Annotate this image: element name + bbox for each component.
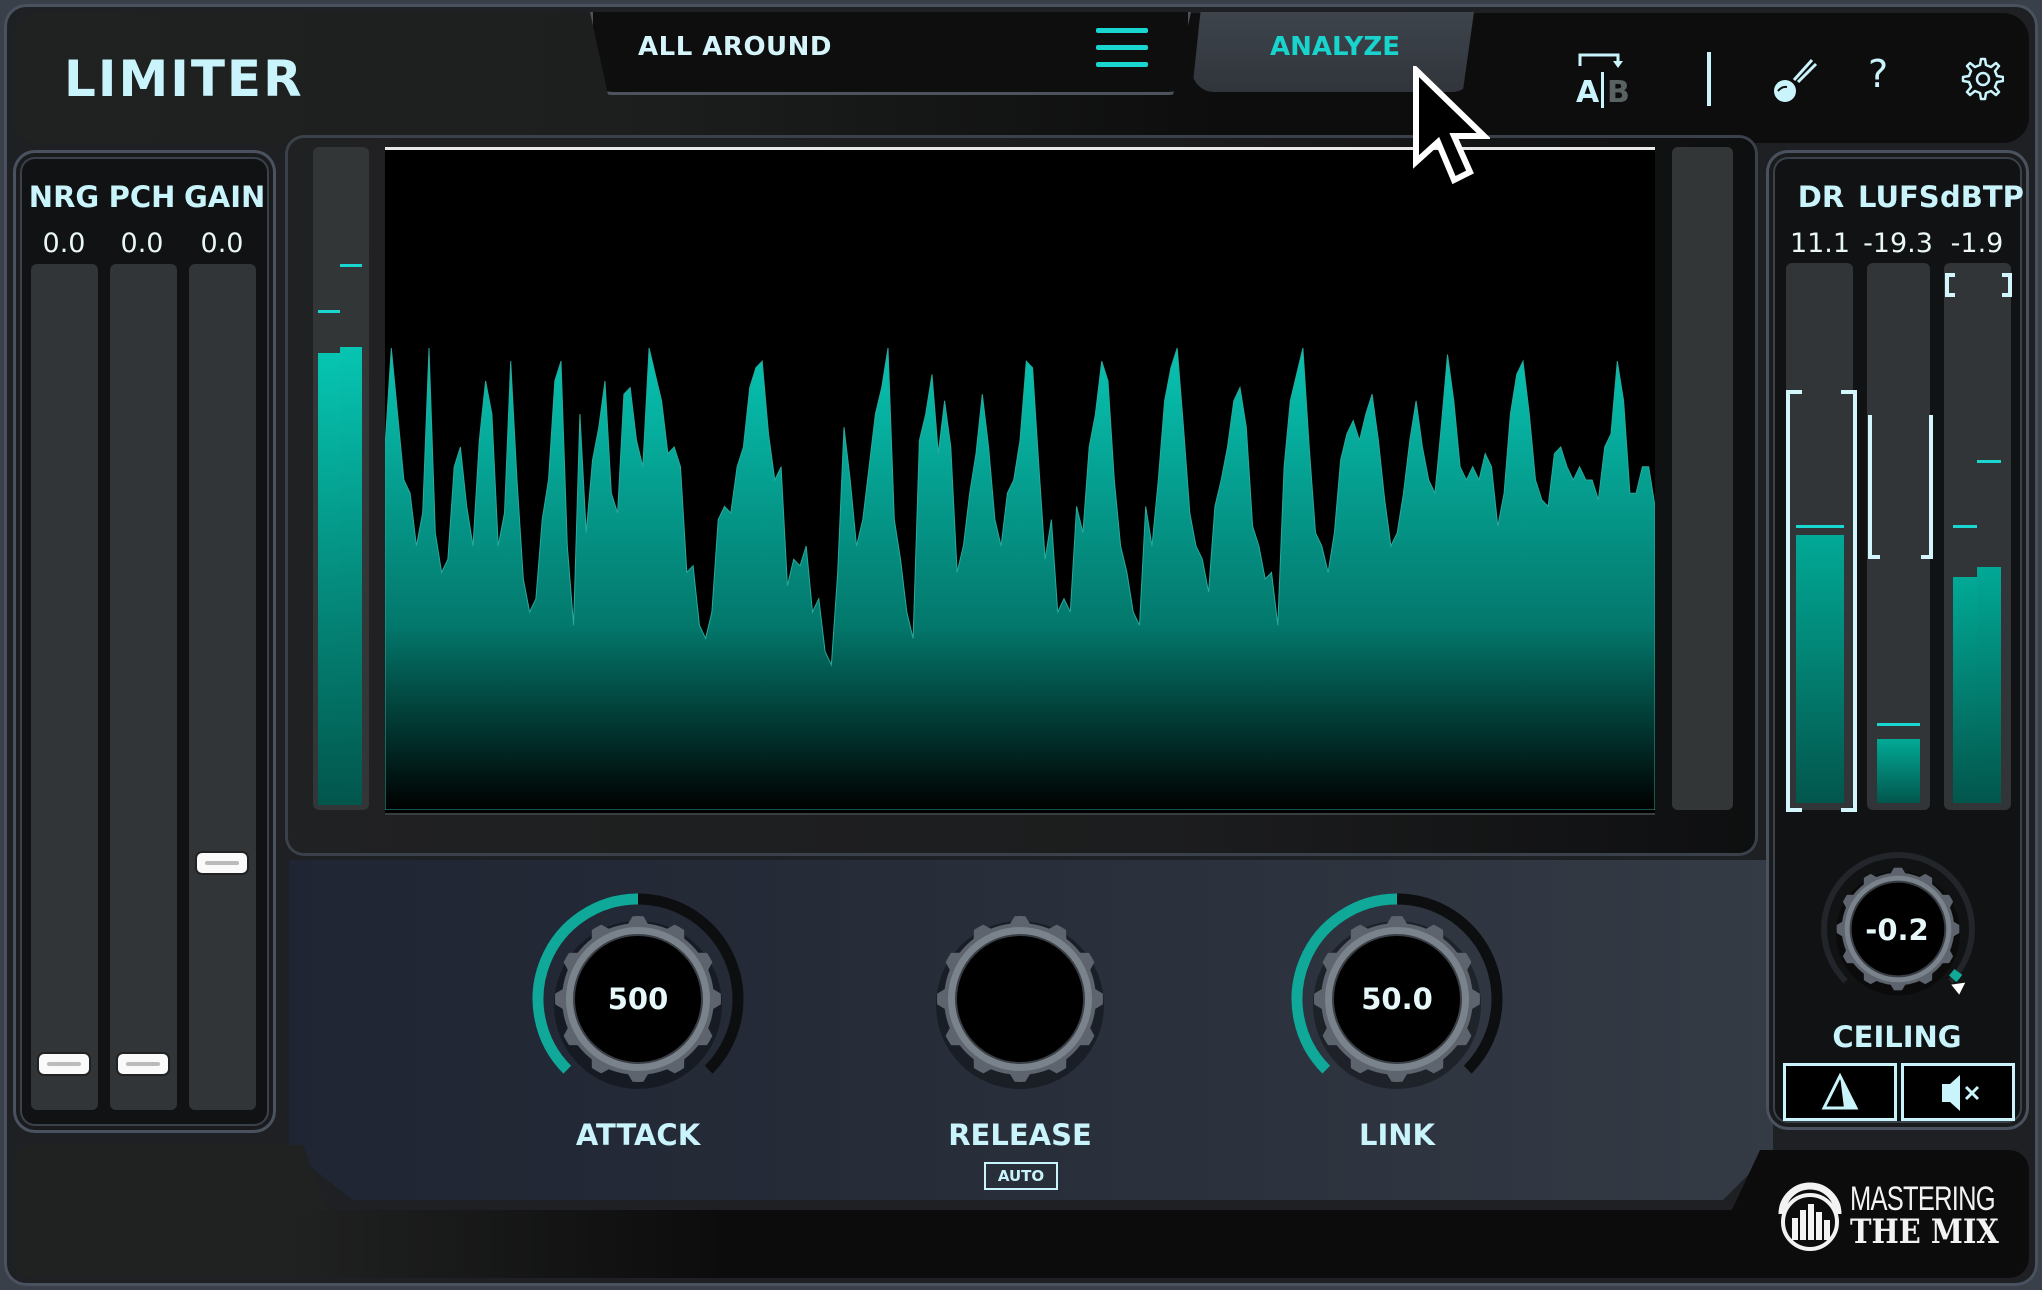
dr-target-bracket-left <box>1786 390 1802 812</box>
delta-button[interactable] <box>1783 1063 1897 1121</box>
ceiling-arc-value <box>1948 968 1963 983</box>
link-label: LINK <box>1358 1118 1435 1152</box>
footer-bar <box>290 1210 1750 1278</box>
attack-value: 500 <box>607 982 669 1016</box>
dr-target-bracket-right <box>1841 390 1857 812</box>
lufs-value: -19.3 <box>1863 228 1933 259</box>
brand-line-2: THE MIX <box>1850 1212 1999 1252</box>
mouse-cursor-icon <box>1413 66 1490 185</box>
dbtp-peak-right <box>1977 460 2001 464</box>
knobs-layer <box>532 893 1503 1089</box>
dbtp-target-bracket-left <box>1945 273 1955 297</box>
dbtp-peak-left <box>1953 524 1977 528</box>
lufs-target-bracket-left <box>1868 415 1880 559</box>
lufs-label: LUFS <box>1858 180 1940 214</box>
mute-speaker-icon <box>1942 1075 1980 1111</box>
dbtp-value: -1.9 <box>1950 228 2004 259</box>
release-auto-button[interactable]: AUTO <box>984 1162 1058 1190</box>
dr-label: DR <box>1797 180 1845 214</box>
mute-button[interactable] <box>1901 1063 2015 1121</box>
dbtp-label: dBTP <box>1940 180 2024 214</box>
dr-value: 11.1 <box>1789 228 1851 259</box>
release-label: RELEASE <box>948 1118 1092 1152</box>
ceiling-label: CEILING <box>1832 1020 1962 1054</box>
link-value: 50.0 <box>1361 982 1433 1016</box>
dbtp-target-bracket-right <box>2002 273 2012 297</box>
release-face <box>955 934 1085 1064</box>
release-knob[interactable] <box>936 916 1104 1089</box>
mastering-the-mix-logo-icon <box>1778 1182 1842 1251</box>
dr-meter-fill <box>1796 534 1844 803</box>
dbtp-meter-fill-left <box>1953 577 1977 803</box>
lufs-target-bracket-right <box>1921 415 1933 559</box>
lufs-peak-line <box>1877 723 1920 727</box>
attack-label: ATTACK <box>575 1118 701 1152</box>
lufs-meter-fill <box>1877 738 1920 803</box>
ceiling-pointer-icon <box>1951 982 1966 995</box>
dbtp-meter-fill-right <box>1977 566 2001 803</box>
ceiling-value: -0.2 <box>1865 913 1929 947</box>
dr-peak-line <box>1796 524 1844 528</box>
delta-icon <box>1821 1072 1859 1110</box>
